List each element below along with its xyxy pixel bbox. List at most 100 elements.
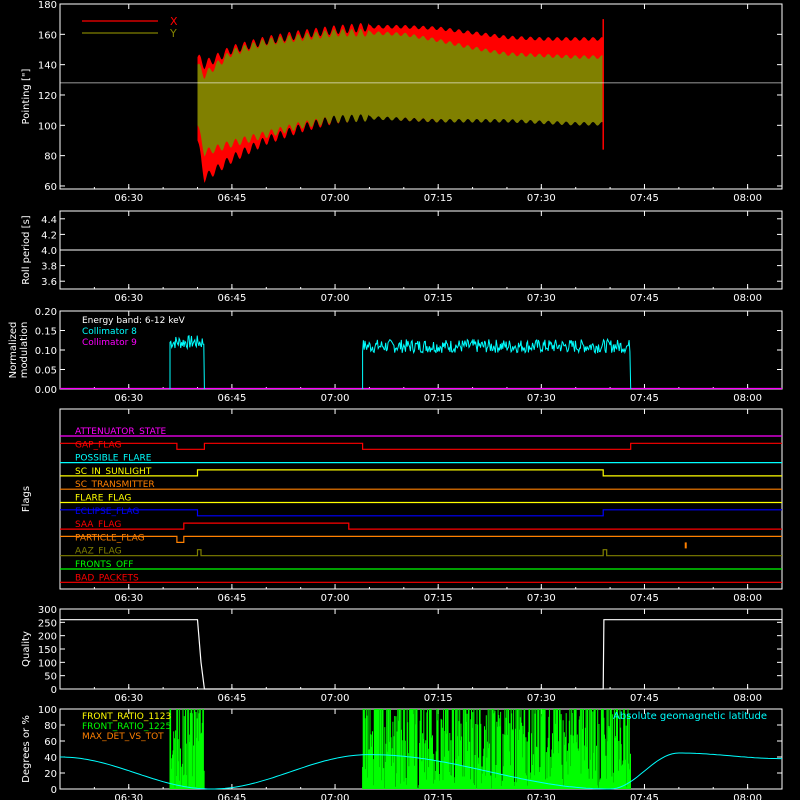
y-tick-label: 150 [38, 645, 57, 656]
energy-band-annotation: Energy band: 6-12 keV [82, 316, 186, 326]
y-tick-label: 0 [51, 685, 57, 696]
x-tick-label: 08:00 [733, 593, 762, 604]
x-tick-label: 08:00 [733, 793, 762, 800]
x-tick-label: 07:45 [630, 593, 659, 604]
x-tick-label: 06:45 [217, 393, 246, 404]
x-tick-label: 06:30 [114, 593, 143, 604]
y-tick-label: 140 [38, 61, 57, 72]
y-tick-label: 0 [51, 785, 57, 796]
y-tick-label: 3.8 [41, 262, 57, 273]
x-tick-label: 07:30 [527, 693, 556, 704]
flag-label-fronts-off: FRONTS_OFF [75, 560, 133, 570]
x-tick-label: 07:45 [630, 293, 659, 304]
legend-label-y: Y [169, 27, 177, 40]
y-tick-label: 300 [38, 605, 57, 616]
x-tick-label: 07:15 [424, 693, 453, 704]
y-tick-label: 80 [44, 152, 57, 163]
collimator-8-segment [362, 337, 632, 390]
y-tick-label: 0.15 [35, 327, 57, 338]
y-tick-label: 0.20 [35, 307, 57, 318]
flag-line-eclipse-flag [60, 509, 782, 517]
y-axis-label: Flags [21, 486, 32, 512]
flag-line-sc-in-sunlight [60, 469, 782, 477]
x-tick-label: 07:30 [527, 193, 556, 204]
x-tick-label: 07:30 [527, 393, 556, 404]
panel-frame [59, 608, 783, 690]
x-tick-label: 07:00 [321, 193, 350, 204]
x-tick-label: 07:30 [527, 793, 556, 800]
x-tick-label: 06:30 [114, 693, 143, 704]
y-tick-label: 40 [44, 753, 57, 764]
x-tick-label: 07:45 [630, 193, 659, 204]
y-tick-label: 4.2 [41, 230, 57, 241]
flag-line-aaz-flag [60, 549, 782, 557]
panel-3: 06:30 06:45 07:00 07:15 07:30 07:45 08:00 Norma… [8, 307, 783, 404]
y-tick-label: 3.6 [41, 277, 57, 288]
collimator-8-segment [169, 335, 205, 390]
y-tick-label: 80 [44, 721, 57, 732]
y-tick-label: 180 [38, 0, 57, 11]
y-tick-label: 60 [44, 182, 57, 193]
front-ratio-1225-segment [169, 709, 205, 789]
y-axis-label: Normalized [8, 322, 19, 379]
panel-2: 06:30 06:45 07:00 07:15 07:30 07:45 08:00 Roll … [21, 210, 783, 304]
legend-label-collimator-9: Collimator 9 [82, 338, 137, 348]
geomagnetic-latitude-label: Absolute geomagnetic latitude [613, 711, 767, 722]
panel-4: 06:30 06:45 07:00 07:15 07:30 07:45 08:00 Flags… [21, 408, 783, 604]
panel-6: 06:30 06:45 07:00 07:15 07:30 07:45 08:00 Degre… [21, 705, 783, 800]
y-tick-label: 120 [38, 91, 57, 102]
panel-1: 06:30 06:45 07:00 07:15 07:30 07:45 08:00 Point… [21, 0, 783, 204]
x-tick-label: 07:45 [630, 693, 659, 704]
y-axis-label: Pointing ["] [21, 68, 32, 124]
x-tick-label: 07:15 [424, 593, 453, 604]
x-tick-label: 06:45 [217, 593, 246, 604]
y-tick-label: 4.0 [41, 246, 57, 257]
flag-label-attenuator-state: ATTENUATOR_STATE [75, 427, 167, 437]
x-tick-label: 07:00 [321, 393, 350, 404]
x-tick-label: 08:00 [733, 293, 762, 304]
y-axis-label: Roll period [s] [21, 215, 32, 284]
panel-5: 06:30 06:45 07:00 07:15 07:30 07:45 08:00 Quali… [21, 605, 783, 704]
x-tick-label: 08:00 [733, 393, 762, 404]
y-axis-label: Degrees or % [21, 715, 32, 783]
x-tick-label: 07:45 [630, 793, 659, 800]
rhessi-quicklook-canvas: 06:30 06:45 07:00 07:15 07:30 07:45 08:00 Point… [8, 0, 783, 800]
x-tick-label: 07:30 [527, 293, 556, 304]
y-tick-label: 0.00 [35, 385, 57, 396]
y-tick-label: 60 [44, 737, 57, 748]
flag-line-gap-flag [60, 442, 782, 450]
x-tick-label: 07:45 [630, 393, 659, 404]
x-tick-label: 06:45 [217, 293, 246, 304]
y-tick-label: 50 [44, 672, 57, 683]
x-tick-label: 08:00 [733, 193, 762, 204]
flag-label-possible-flare: POSSIBLE_FLARE [75, 454, 152, 464]
y-tick-label: 160 [38, 30, 57, 41]
x-tick-label: 06:30 [114, 393, 143, 404]
x-tick-label: 06:45 [217, 193, 246, 204]
x-tick-label: 07:00 [321, 293, 350, 304]
flag-label-flare-flag: FLARE_FLAG [75, 494, 131, 504]
y-tick-label: 100 [38, 121, 57, 132]
y-tick-label: 4.4 [41, 215, 57, 226]
front-ratio-1225-segment [362, 709, 631, 789]
x-tick-label: 06:30 [114, 293, 143, 304]
x-tick-label: 07:00 [321, 793, 350, 800]
x-tick-label: 07:15 [424, 293, 453, 304]
flag-label-sc-transmitter: SC_TRANSMITTER [75, 480, 155, 490]
y-tick-label: 100 [38, 705, 57, 716]
legend-label-max-det-vs-tot: MAX_DET_VS_TOT [82, 732, 164, 742]
x-tick-label: 06:30 [114, 793, 143, 800]
flag-label-eclipse-flag: ECLIPSE_FLAG [75, 507, 139, 517]
x-tick-label: 07:00 [321, 593, 350, 604]
flag-label-sc-in-sunlight: SC_IN_SUNLIGHT [75, 467, 152, 477]
x-tick-label: 06:45 [217, 793, 246, 800]
y-axis-label: modulation [19, 322, 30, 379]
x-tick-label: 07:15 [424, 193, 453, 204]
x-tick-label: 07:15 [424, 793, 453, 800]
y-tick-label: 0.05 [35, 366, 57, 377]
flag-label-aaz-flag: AAZ_FLAG [75, 547, 122, 557]
x-tick-label: 06:45 [217, 693, 246, 704]
quality-line [60, 619, 782, 690]
y-tick-label: 100 [38, 658, 57, 669]
flag-line-saa-flag [60, 522, 782, 530]
